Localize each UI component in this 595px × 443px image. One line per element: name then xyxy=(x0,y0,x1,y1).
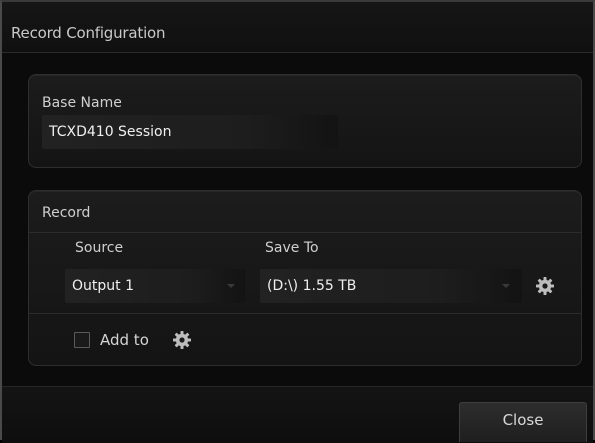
source-dropdown[interactable]: Output 1 xyxy=(65,269,245,303)
source-label: Source xyxy=(75,240,124,256)
base-name-label: Base Name xyxy=(42,95,122,111)
chevron-down-icon xyxy=(502,284,510,288)
record-header-divider xyxy=(29,232,581,233)
save-to-label: Save To xyxy=(265,240,319,256)
base-name-value: TCXD410 Session xyxy=(49,124,172,140)
gear-icon[interactable] xyxy=(535,276,555,296)
add-to-checkbox[interactable] xyxy=(74,332,90,348)
gear-icon[interactable] xyxy=(172,330,192,350)
record-options-divider xyxy=(29,313,581,314)
record-configuration-dialog: Record Configuration Base Name TCXD410 S… xyxy=(0,0,595,443)
base-name-input[interactable]: TCXD410 Session xyxy=(42,115,338,149)
dialog-title: Record Configuration xyxy=(11,24,166,42)
close-button[interactable]: Close xyxy=(459,402,587,442)
title-bar[interactable]: Record Configuration xyxy=(2,2,593,53)
chevron-down-icon xyxy=(227,284,235,288)
record-section-label: Record xyxy=(42,205,91,221)
save-to-dropdown[interactable]: (D:\) 1.55 TB xyxy=(260,269,522,303)
save-to-value: (D:\) 1.55 TB xyxy=(267,278,357,294)
source-value: Output 1 xyxy=(72,278,134,294)
add-to-label: Add to xyxy=(100,331,149,349)
